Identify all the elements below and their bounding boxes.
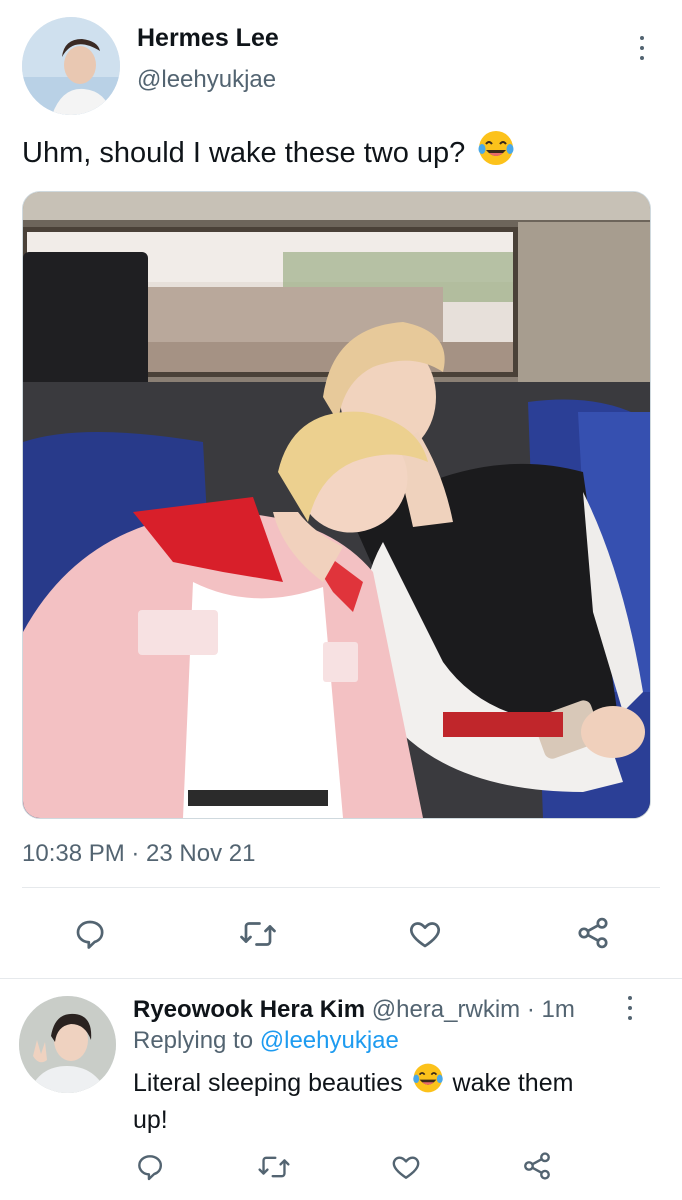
author-avatar[interactable]: [22, 17, 120, 115]
tweet-photo[interactable]: [22, 191, 651, 819]
tweet-text: Uhm, should I wake these two up?: [22, 131, 515, 176]
reply-time[interactable]: · 1m: [527, 996, 575, 1023]
reply-header: Ryeowook Hera Kim @hera_rwkim · 1m: [133, 996, 575, 1024]
replying-to: Replying to @leehyukjae: [133, 1027, 399, 1055]
laughing-emoji-icon: [477, 129, 515, 176]
reply-more-options-icon[interactable]: [626, 996, 634, 1020]
reply-share-icon[interactable]: [521, 1150, 553, 1182]
reply-author-avatar[interactable]: [19, 996, 116, 1093]
share-icon[interactable]: [575, 915, 611, 951]
reply-author-handle[interactable]: @hera_rwkim: [372, 996, 520, 1023]
reply-like-icon[interactable]: [389, 1151, 423, 1183]
reply-icon[interactable]: [72, 916, 108, 952]
section-divider: [0, 978, 682, 979]
divider: [22, 887, 660, 888]
author-handle[interactable]: @leehyukjae: [137, 66, 276, 94]
laughing-emoji-icon: [412, 1062, 444, 1103]
reply-retweet-icon[interactable]: [257, 1151, 291, 1183]
retweet-icon[interactable]: [238, 916, 278, 952]
reply-author-name[interactable]: Ryeowook Hera Kim: [133, 996, 365, 1023]
like-icon[interactable]: [406, 916, 444, 952]
tweet-text-content: Uhm, should I wake these two up?: [22, 137, 466, 170]
reply-text-before: Literal sleeping beauties: [133, 1069, 403, 1098]
replying-to-handle-link[interactable]: @leehyukjae: [260, 1027, 399, 1054]
more-options-icon[interactable]: [638, 36, 646, 60]
reply-text-after: wake them: [452, 1069, 574, 1098]
replying-to-label: Replying to: [133, 1027, 254, 1054]
author-name[interactable]: Hermes Lee: [137, 24, 279, 53]
reply-reply-icon[interactable]: [134, 1151, 166, 1183]
reply-text-after-line2: up!: [133, 1106, 168, 1134]
reply-text: Literal sleeping beauties wake them up!: [133, 1063, 653, 1137]
tweet-timestamp[interactable]: 10:38 PM · 23 Nov 21: [22, 840, 255, 868]
